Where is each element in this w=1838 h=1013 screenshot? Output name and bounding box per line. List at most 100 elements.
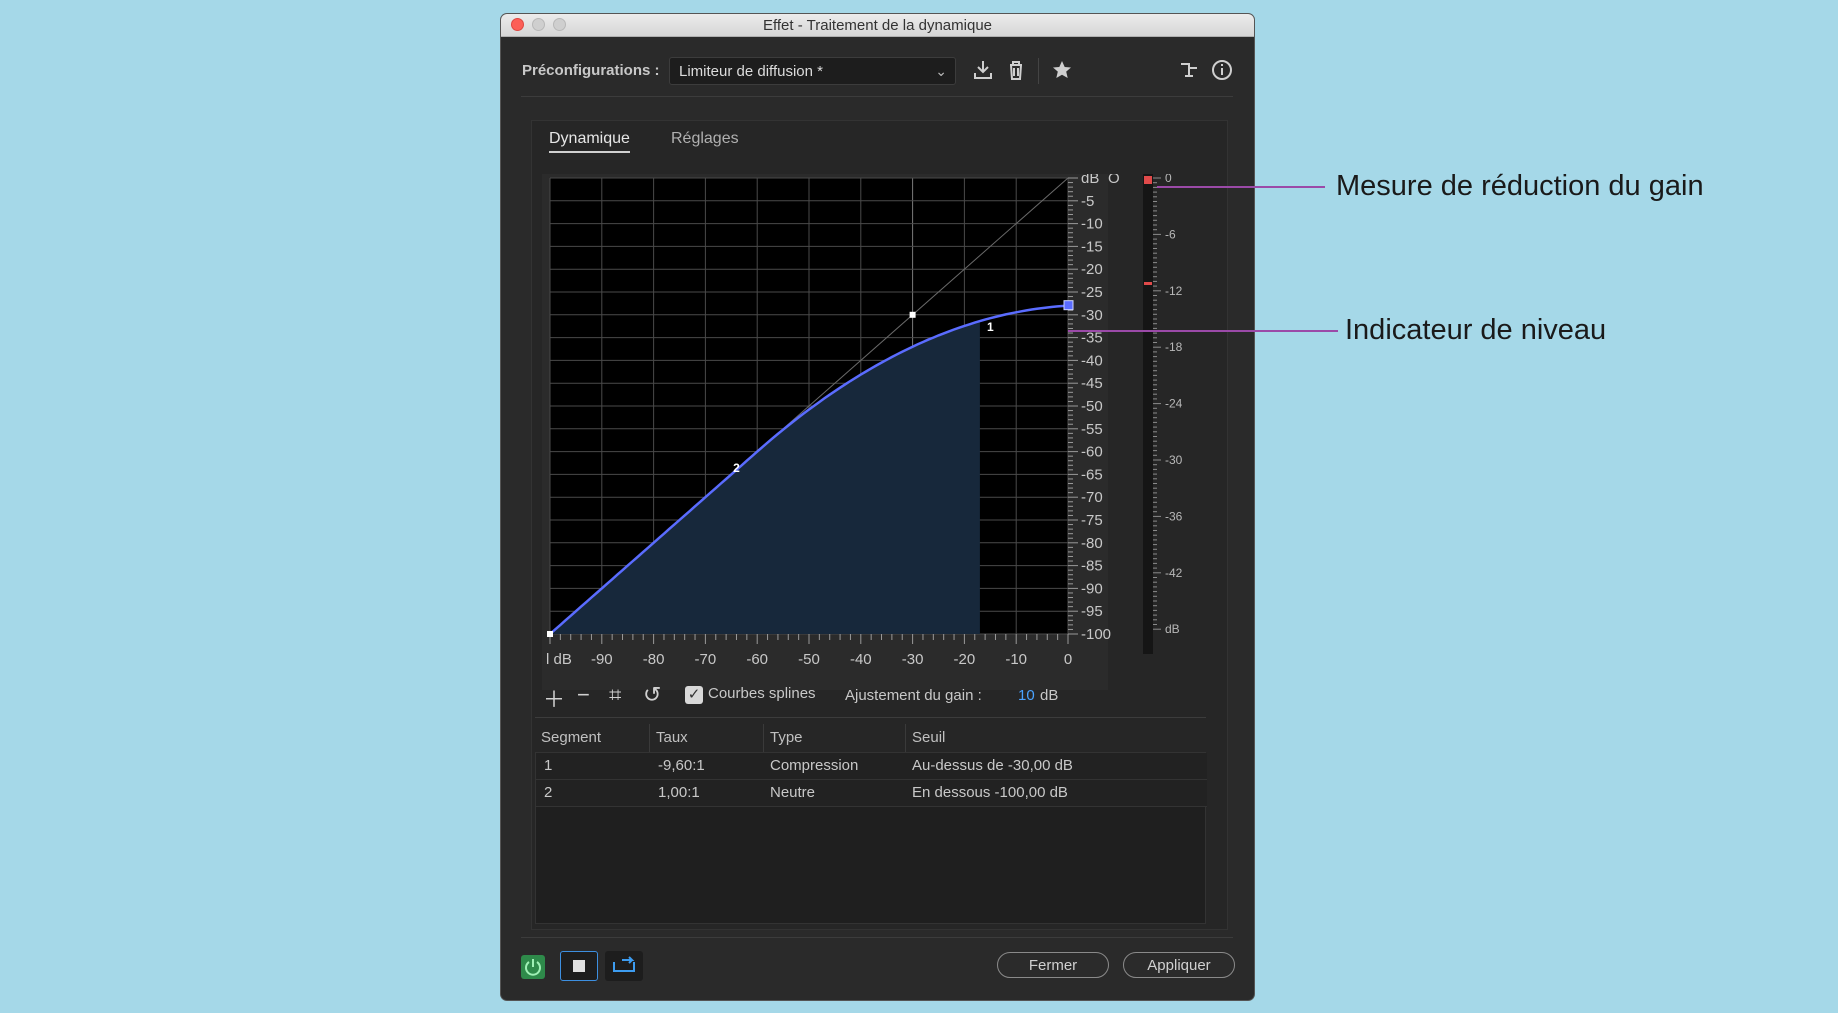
stop-icon bbox=[573, 960, 585, 972]
loop-play-button[interactable] bbox=[605, 951, 643, 981]
cell-segment: 1 bbox=[544, 757, 553, 774]
cell-type: Compression bbox=[770, 757, 859, 774]
cell-seuil: Au-dessus de -30,00 dB bbox=[912, 757, 1073, 774]
y-axis-tick-label: -30 bbox=[1081, 307, 1103, 324]
table-row[interactable]: 1 -9,60:1 Compression Au-dessus de -30,0… bbox=[536, 753, 1207, 780]
cell-taux: -9,60:1 bbox=[658, 757, 705, 774]
meter-label: -30 bbox=[1165, 453, 1183, 467]
meter-label: -6 bbox=[1165, 227, 1176, 241]
curve-handle[interactable] bbox=[909, 311, 916, 318]
y-axis-tick-label: -10 bbox=[1081, 216, 1103, 233]
cell-seuil: En dessous -100,00 dB bbox=[912, 784, 1068, 801]
y-axis-tick-label: -55 bbox=[1081, 421, 1103, 438]
meter-label: dB bbox=[1165, 622, 1180, 636]
presets-label: Préconfigurations : bbox=[522, 62, 660, 79]
curve-point-label: 2 bbox=[733, 461, 740, 475]
col-segment[interactable]: Segment bbox=[535, 724, 601, 752]
star-icon[interactable] bbox=[1049, 58, 1075, 84]
gain-adjust-value[interactable]: 10 bbox=[1018, 687, 1035, 704]
x-axis-tick-label: -10 bbox=[1005, 651, 1027, 668]
save-preset-icon[interactable] bbox=[970, 58, 996, 84]
x-axis-tick-label: l dB bbox=[546, 651, 572, 668]
x-axis-tick-label: -70 bbox=[695, 651, 717, 668]
apply-button[interactable]: Appliquer bbox=[1123, 952, 1235, 978]
col-taux[interactable]: Taux bbox=[649, 724, 688, 752]
y-axis-tick-label: -65 bbox=[1081, 466, 1103, 483]
remove-point-button[interactable]: − bbox=[577, 682, 590, 708]
tab-reglages[interactable]: Réglages bbox=[671, 130, 739, 148]
cell-taux: 1,00:1 bbox=[658, 784, 700, 801]
close-button[interactable]: Fermer bbox=[997, 952, 1109, 978]
y-axis-zero-label: O bbox=[1108, 174, 1120, 187]
y-axis-tick-label: -15 bbox=[1081, 238, 1103, 255]
y-axis-tick-label: -95 bbox=[1081, 603, 1103, 620]
gain-adjust-unit: dB bbox=[1040, 687, 1059, 704]
tab-dynamique[interactable]: Dynamique bbox=[549, 130, 630, 153]
gain-reduction-meter: 0 -6 -12 -18 -24 -30 -36 -42 dB bbox=[1143, 174, 1183, 654]
window-title: Effet - Traitement de la dynamique bbox=[762, 17, 992, 34]
stop-button[interactable] bbox=[560, 951, 598, 981]
y-axis-tick-label: -80 bbox=[1081, 535, 1103, 552]
curve-point-label: 1 bbox=[987, 320, 994, 334]
annotation-level-indicator: Indicateur de niveau bbox=[1345, 314, 1607, 346]
y-axis-tick-label: -100 bbox=[1081, 626, 1111, 643]
col-type[interactable]: Type bbox=[763, 724, 803, 752]
x-axis-tick-label: 0 bbox=[1064, 651, 1072, 668]
meter-label: -24 bbox=[1165, 397, 1183, 411]
routing-icon[interactable] bbox=[1176, 58, 1202, 84]
header-divider bbox=[521, 96, 1233, 97]
y-axis-tick-label: -70 bbox=[1081, 489, 1103, 506]
meter-reduction-marker bbox=[1144, 282, 1152, 285]
splines-checkbox[interactable]: ✓ bbox=[685, 686, 703, 704]
controls-divider bbox=[535, 717, 1206, 718]
splines-label: Courbes splines bbox=[708, 685, 816, 702]
y-axis-tick-label: -60 bbox=[1081, 444, 1103, 461]
info-icon[interactable] bbox=[1209, 58, 1235, 84]
x-axis-tick-label: -30 bbox=[902, 651, 924, 668]
toolbar-divider bbox=[1038, 58, 1039, 84]
preset-select[interactable]: Limiteur de diffusion * ⌄ bbox=[669, 57, 956, 85]
table-body: 1 -9,60:1 Compression Au-dessus de -30,0… bbox=[535, 752, 1207, 924]
power-toggle-button[interactable] bbox=[521, 955, 545, 979]
x-axis-tick-label: -60 bbox=[746, 651, 768, 668]
y-axis-tick-label: -75 bbox=[1081, 512, 1103, 529]
annotation-gain-reduction: Mesure de réduction du gain bbox=[1336, 170, 1704, 202]
meter-label: -42 bbox=[1165, 566, 1183, 580]
annotation-gain-reduction-line bbox=[1157, 186, 1325, 188]
x-axis-tick-label: -40 bbox=[850, 651, 872, 668]
meter-peak-indicator bbox=[1144, 176, 1152, 184]
x-axis-tick-label: -50 bbox=[798, 651, 820, 668]
fit-curve-icon[interactable]: ⌗ bbox=[609, 682, 621, 708]
x-axis-tick-label: -90 bbox=[591, 651, 613, 668]
y-axis-tick-label: -40 bbox=[1081, 352, 1103, 369]
y-axis-tick-label: -20 bbox=[1081, 261, 1103, 278]
effect-window: Effet - Traitement de la dynamique Préco… bbox=[501, 14, 1254, 1000]
add-point-button[interactable]: ＋ bbox=[543, 682, 565, 714]
table-row[interactable]: 2 1,00:1 Neutre En dessous -100,00 dB bbox=[536, 780, 1207, 807]
curve-handle[interactable] bbox=[547, 631, 553, 637]
preset-value: Limiteur de diffusion * bbox=[679, 63, 823, 80]
cell-segment: 2 bbox=[544, 784, 553, 801]
y-axis-tick-label: dB bbox=[1081, 174, 1099, 187]
y-axis-tick-label: -5 bbox=[1081, 193, 1094, 210]
meter-label: 0 bbox=[1165, 174, 1172, 185]
y-axis-tick-label: -35 bbox=[1081, 330, 1103, 347]
meter-label: -12 bbox=[1165, 284, 1183, 298]
trash-icon[interactable] bbox=[1003, 58, 1029, 84]
y-axis-tick-label: -50 bbox=[1081, 398, 1103, 415]
segments-table: Segment Taux Type Seuil 1 -9,60:1 Compre… bbox=[535, 724, 1207, 924]
cell-type: Neutre bbox=[770, 784, 816, 801]
reset-curve-icon[interactable]: ↺ bbox=[643, 682, 661, 708]
meter-label: -18 bbox=[1165, 340, 1183, 354]
y-axis-tick-label: -85 bbox=[1081, 558, 1103, 575]
annotation-level-indicator-line bbox=[1068, 330, 1338, 332]
footer-divider bbox=[521, 937, 1233, 938]
col-seuil[interactable]: Seuil bbox=[905, 724, 945, 752]
x-axis-tick-label: -20 bbox=[954, 651, 976, 668]
title-bar: Effet - Traitement de la dynamique bbox=[501, 14, 1254, 37]
x-axis-tick-label: -80 bbox=[643, 651, 665, 668]
dynamics-graph[interactable]: l dB -90 -80 -70 -60 -50 -40 -30 -20 -10 0 dB-5-10… bbox=[542, 174, 1142, 694]
y-axis-tick-label: -25 bbox=[1081, 284, 1103, 301]
meter-label: -36 bbox=[1165, 509, 1183, 523]
level-indicator bbox=[1063, 300, 1074, 311]
